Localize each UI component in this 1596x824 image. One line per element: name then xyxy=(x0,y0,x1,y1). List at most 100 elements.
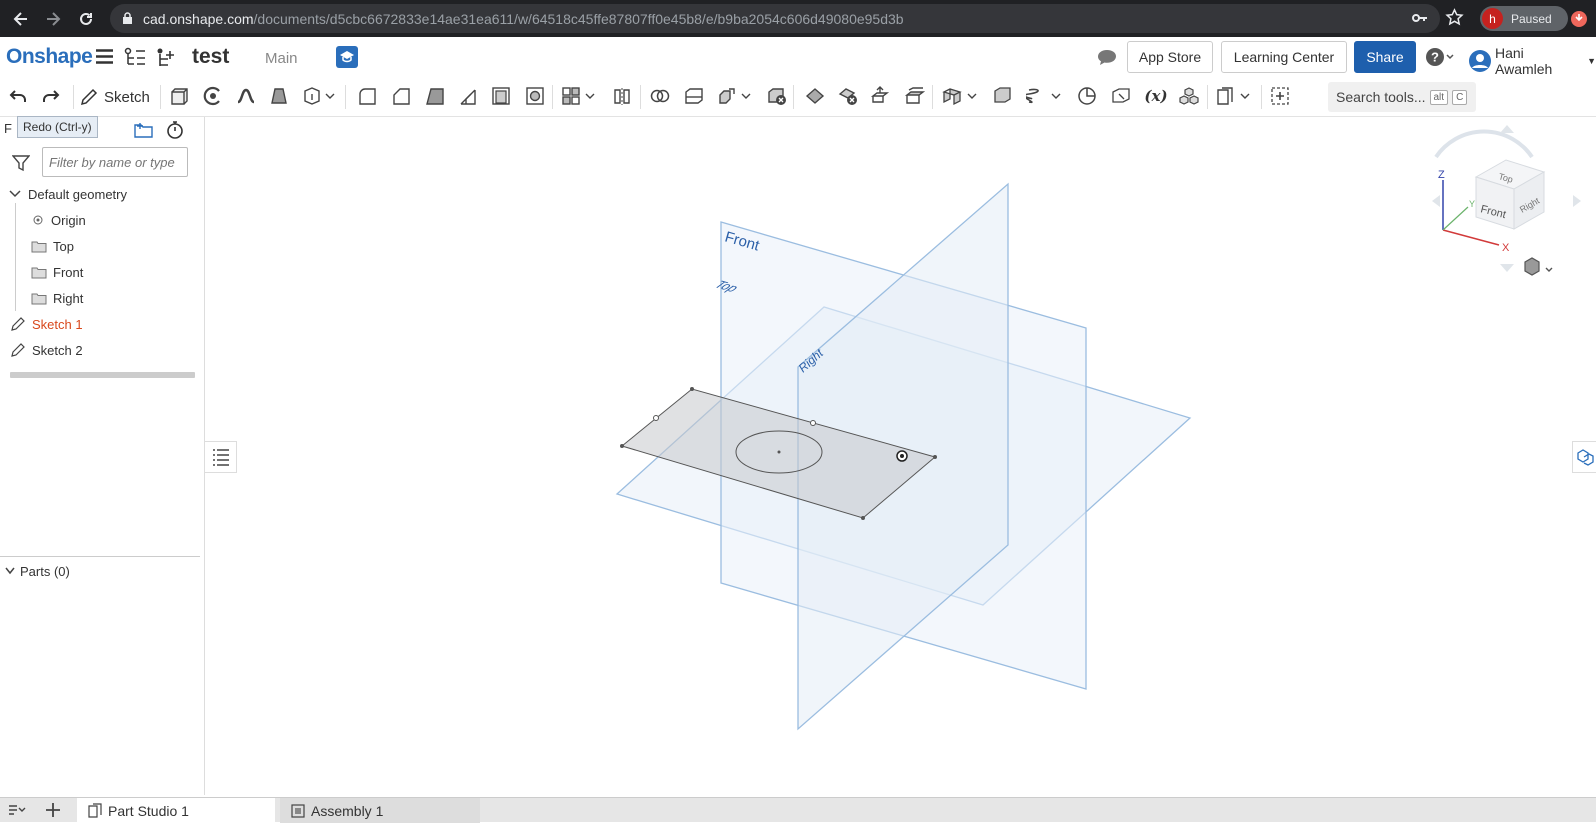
tab-manager-icon[interactable] xyxy=(8,802,26,823)
filter-input[interactable] xyxy=(42,147,188,177)
user-menu[interactable]: Hani Awamleh ▼ xyxy=(1468,45,1596,77)
assembly-icon xyxy=(290,803,306,819)
tree-item-sketch-1[interactable]: Sketch 1 xyxy=(10,313,83,335)
address-bar[interactable]: cad.onshape.com/documents/d5cbc6672833e1… xyxy=(110,4,1440,33)
tab-part-studio-1[interactable]: Part Studio 1 xyxy=(77,798,275,823)
parts-divider xyxy=(0,556,200,557)
orbit-up-arrow[interactable] xyxy=(1500,125,1514,133)
circle-center[interactable] xyxy=(777,450,781,454)
graphics-viewport[interactable]: Front Top Right Top Front Right Z X Y xyxy=(206,117,1596,795)
chevron-down-icon[interactable] xyxy=(322,84,338,108)
sweep-icon[interactable] xyxy=(234,84,258,108)
chamfer-icon[interactable] xyxy=(389,84,413,108)
model-canvas[interactable]: Front Top Right Top Front Right Z X Y xyxy=(206,117,1596,795)
default-geometry-group[interactable]: Default geometry xyxy=(8,183,127,205)
stopwatch-icon[interactable] xyxy=(166,120,184,145)
boolean-icon[interactable] xyxy=(648,84,672,108)
orbit-down-arrow[interactable] xyxy=(1500,264,1514,272)
draft-icon[interactable] xyxy=(423,84,447,108)
reload-icon[interactable] xyxy=(70,3,102,35)
hamburger-menu-icon[interactable] xyxy=(96,49,113,69)
svg-text:(x): (x) xyxy=(1144,87,1167,105)
sketch-midpoint[interactable] xyxy=(810,420,816,426)
branch-label[interactable]: Main xyxy=(265,50,298,67)
tree-item-top-plane[interactable]: Top xyxy=(31,235,74,257)
thicken-icon[interactable] xyxy=(300,84,324,108)
shell-icon[interactable] xyxy=(489,84,513,108)
tree-item-front-plane[interactable]: Front xyxy=(31,261,83,283)
split-icon[interactable] xyxy=(682,84,706,108)
share-button[interactable]: Share xyxy=(1354,41,1416,73)
rib-icon[interactable] xyxy=(456,84,480,108)
modify-fillet-icon[interactable] xyxy=(803,84,827,108)
tree-item-origin[interactable]: Origin xyxy=(31,209,86,231)
add-tab-icon[interactable] xyxy=(44,801,62,824)
undo-icon[interactable] xyxy=(6,84,30,108)
delete-part-icon[interactable] xyxy=(765,84,789,108)
tree-item-sketch-2[interactable]: Sketch 2 xyxy=(10,339,83,361)
fillet-icon[interactable] xyxy=(355,84,379,108)
plane-icon[interactable] xyxy=(940,84,964,108)
tree-item-right-plane[interactable]: Right xyxy=(31,287,83,309)
derived-part-icon[interactable] xyxy=(1177,84,1201,108)
mirror-icon[interactable] xyxy=(610,84,634,108)
rollback-bar[interactable] xyxy=(10,372,195,378)
orbit-left-arrow[interactable] xyxy=(1432,195,1440,207)
learning-cap-icon[interactable] xyxy=(336,46,358,68)
document-title[interactable]: test xyxy=(192,45,229,69)
filter-icon[interactable] xyxy=(11,154,31,177)
comments-icon[interactable] xyxy=(1096,48,1118,73)
redo-icon[interactable] xyxy=(39,84,63,108)
orbit-right-arrow[interactable] xyxy=(1573,195,1581,207)
add-custom-feature-icon[interactable] xyxy=(1268,84,1292,108)
pattern-icon[interactable] xyxy=(559,84,583,108)
chevron-down-icon[interactable] xyxy=(1048,84,1064,108)
profile-button[interactable]: h Paused xyxy=(1480,6,1568,31)
section-view-icon[interactable] xyxy=(1109,84,1133,108)
move-face-icon[interactable] xyxy=(869,84,893,108)
sketch-button[interactable]: Sketch xyxy=(80,82,150,112)
chevron-down-icon[interactable] xyxy=(1237,84,1253,108)
learning-center-button[interactable]: Learning Center xyxy=(1221,41,1347,73)
app-store-button[interactable]: App Store xyxy=(1127,41,1213,73)
variable-icon[interactable]: (x) xyxy=(1142,84,1170,108)
revolve-icon[interactable] xyxy=(201,84,225,108)
sketch-vertex[interactable] xyxy=(861,516,865,520)
loft-icon[interactable] xyxy=(267,84,291,108)
sketch-vertex[interactable] xyxy=(690,387,694,391)
bookmark-star-icon[interactable] xyxy=(1445,8,1464,32)
sketch-vertex[interactable] xyxy=(933,455,937,459)
transform-icon[interactable] xyxy=(715,84,739,108)
view-cube[interactable]: Top Front Right Z X Y xyxy=(1432,125,1581,272)
add-folder-icon[interactable] xyxy=(134,121,154,144)
tab-assembly-1[interactable]: Assembly 1 xyxy=(280,798,480,823)
view-options-icon[interactable] xyxy=(1524,257,1553,276)
delete-face-icon[interactable] xyxy=(836,84,860,108)
key-icon[interactable] xyxy=(1411,9,1429,32)
chevron-down-icon[interactable] xyxy=(582,84,598,108)
forward-icon[interactable] xyxy=(37,3,69,35)
hole-icon[interactable] xyxy=(523,84,547,108)
parts-group[interactable]: Parts (0) xyxy=(4,560,70,582)
replace-face-icon[interactable] xyxy=(903,84,927,108)
chevron-down-icon[interactable] xyxy=(738,84,754,108)
onshape-logo[interactable]: Onshape xyxy=(6,45,93,69)
mate-connector-icon[interactable] xyxy=(990,84,1014,108)
extrude-icon[interactable] xyxy=(167,84,191,108)
help-menu-icon[interactable]: ? xyxy=(1425,47,1455,67)
measure-icon[interactable] xyxy=(1075,84,1099,108)
search-tools-input[interactable]: Search tools... alt C xyxy=(1328,82,1476,112)
sketch-midpoint[interactable] xyxy=(653,415,659,421)
feature-studio-icon[interactable] xyxy=(1213,84,1237,108)
right-panel-toggle-icon[interactable] xyxy=(1572,441,1596,473)
insert-icon[interactable] xyxy=(156,47,176,72)
tab-label: Part Studio 1 xyxy=(108,802,189,819)
sketch-label: Sketch xyxy=(104,88,150,106)
extension-icon[interactable] xyxy=(1570,10,1588,33)
helix-icon[interactable] xyxy=(1024,84,1048,108)
chevron-down-icon[interactable] xyxy=(964,84,980,108)
version-history-icon[interactable] xyxy=(124,47,146,72)
sketch-vertex[interactable] xyxy=(620,444,624,448)
back-icon[interactable] xyxy=(5,3,37,35)
plane-label: Right xyxy=(53,290,84,306)
